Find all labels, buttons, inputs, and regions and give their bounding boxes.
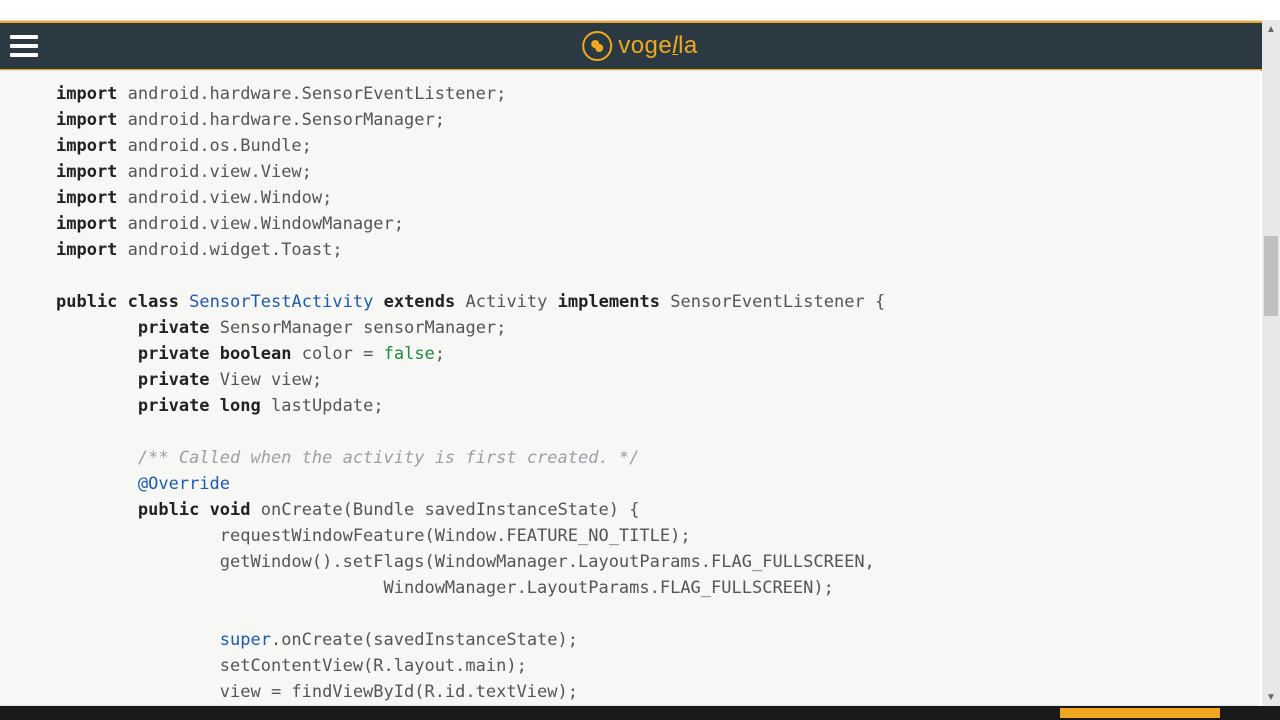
scroll-down-arrow-icon[interactable]: ▼ <box>1262 688 1280 706</box>
code-listing: import android.hardware.SensorEventListe… <box>0 71 1260 706</box>
tutorial-content: import android.hardware.SensorEventListe… <box>0 70 1260 706</box>
footer-accent <box>1060 708 1220 718</box>
scrollbar-vertical[interactable]: ▲ ▼ <box>1262 20 1280 706</box>
scroll-up-arrow-icon[interactable]: ▲ <box>1262 20 1280 38</box>
browser-chrome-top <box>0 0 1280 21</box>
menu-hamburger-icon[interactable] <box>10 35 38 57</box>
site-logo[interactable]: vogella <box>582 31 698 61</box>
footer-bar <box>0 706 1280 720</box>
viewport: vogella import android.hardware.SensorEv… <box>0 0 1280 720</box>
site-header: vogella <box>0 23 1280 69</box>
logo-mark-icon <box>582 31 612 61</box>
logo-text: vogella <box>618 32 698 60</box>
scroll-thumb[interactable] <box>1264 236 1278 316</box>
